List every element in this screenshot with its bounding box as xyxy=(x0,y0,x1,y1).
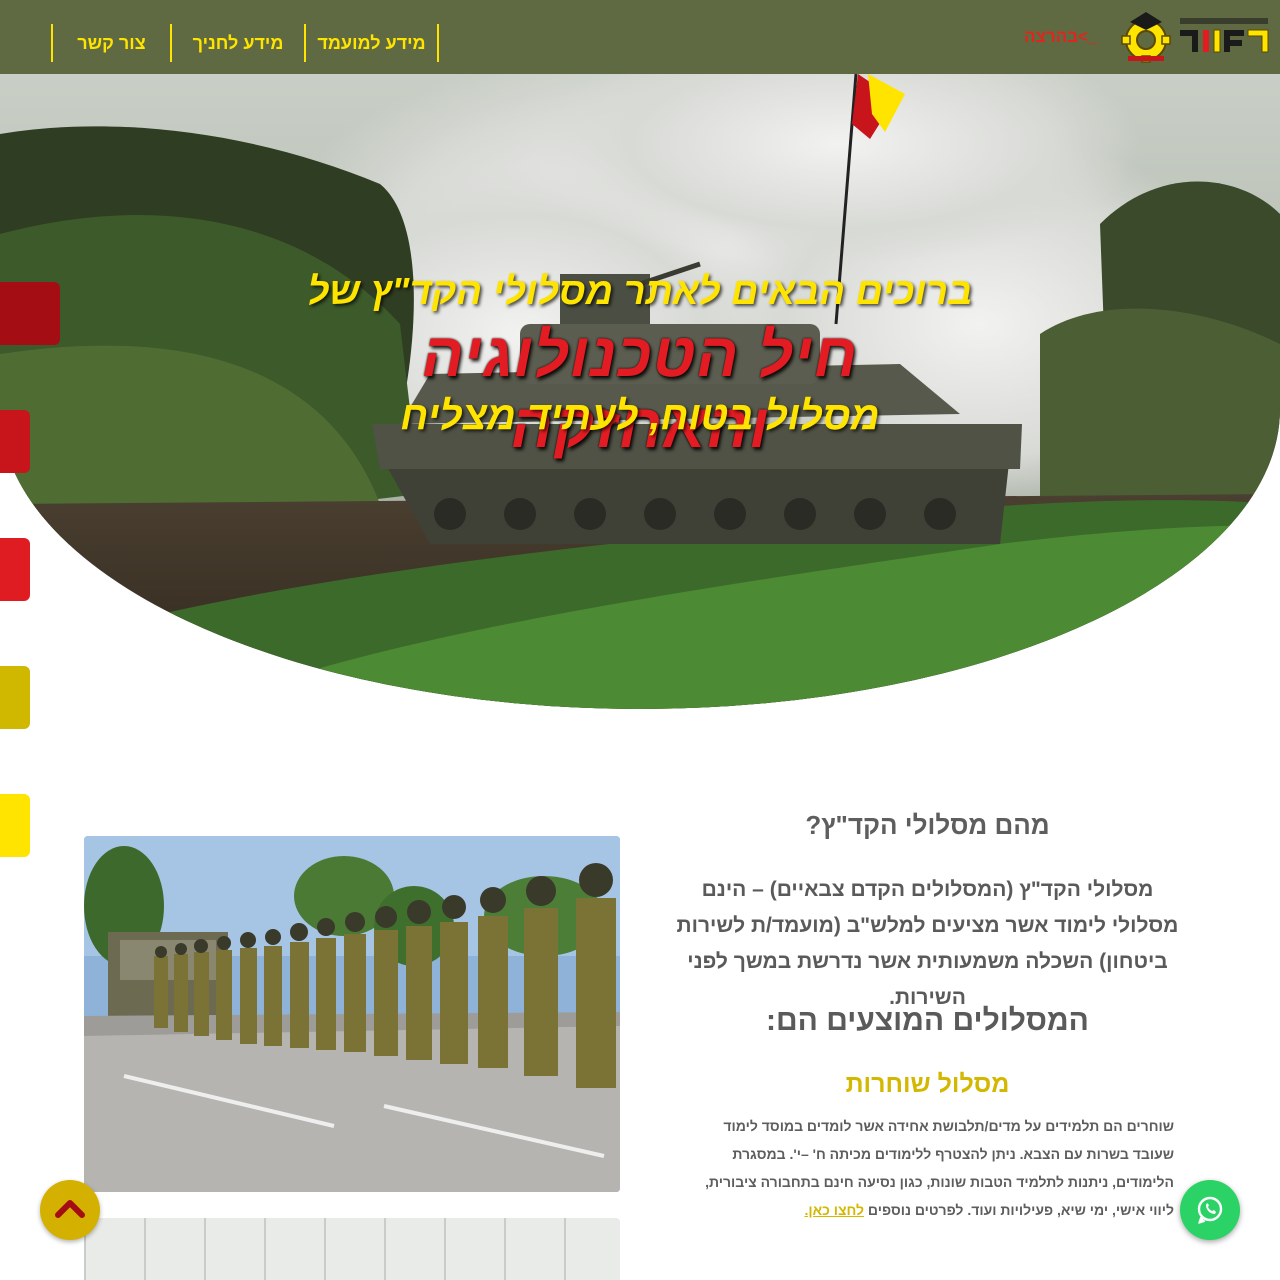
about-intro-text: מסלולי הקד"ץ (המסלולים הקדם צבאיים) – הי… xyxy=(676,878,1179,1009)
whatsapp-button[interactable] xyxy=(1180,1180,1240,1240)
about-question-heading: מהם מסלולי הקד"ץ? xyxy=(805,810,1050,840)
side-tab-4[interactable] xyxy=(0,666,30,729)
nav-trainee-info-link[interactable]: מידע לחניך xyxy=(170,24,304,62)
second-photo xyxy=(84,1218,620,1280)
logo-wordmark xyxy=(1180,18,1269,53)
gear-icon xyxy=(1121,12,1171,63)
track-description: שוחרים הם תלמידים על מדים/תלבושת אחידה א… xyxy=(682,1112,1174,1224)
track-title: מסלול שוחרות xyxy=(845,1070,1010,1098)
whatsapp-icon xyxy=(1197,1196,1223,1224)
site-brand[interactable]: בהרצה<_ xyxy=(1024,8,1274,66)
top-navigation-bar: צור קשר מידע לחניך מידע למועמד בהרצה<_ xyxy=(0,0,1280,74)
side-tab-1[interactable] xyxy=(0,282,60,345)
side-tab-2[interactable] xyxy=(0,410,30,473)
beta-label[interactable]: בהרצה<_ xyxy=(1024,27,1097,47)
site-logo xyxy=(1121,12,1269,63)
nav-candidate-info-link[interactable]: מידע למועמד xyxy=(304,24,439,62)
side-tab-5[interactable] xyxy=(0,794,30,857)
side-tab-3[interactable] xyxy=(0,538,30,601)
track-description-text: שוחרים הם תלמידים על מדים/תלבושת אחידה א… xyxy=(705,1118,1174,1218)
tracks-heading: המסלולים המוצעים הם: xyxy=(766,1004,1089,1037)
main-nav: צור קשר מידע לחניך מידע למועמד xyxy=(51,24,439,62)
hero-slogan: מסלול בטוח, לעתיד מצליח xyxy=(400,394,880,438)
soldiers-parade-photo xyxy=(84,836,620,1192)
nav-contact-link[interactable]: צור קשר xyxy=(51,24,170,62)
hero-banner: ברוכים הבאים לאתר מסלולי הקד"ץ של חיל הט… xyxy=(0,74,1280,709)
hero-corps-title: חיל הטכנולוגיה והאחזקה xyxy=(421,321,859,461)
track-more-info-link[interactable]: לחצו כאן. xyxy=(804,1202,864,1218)
hero-welcome-heading: ברוכים הבאים לאתר מסלולי הקד"ץ של xyxy=(307,271,973,313)
chevron-up-icon xyxy=(55,1200,85,1218)
scroll-to-top-button[interactable] xyxy=(40,1180,100,1240)
